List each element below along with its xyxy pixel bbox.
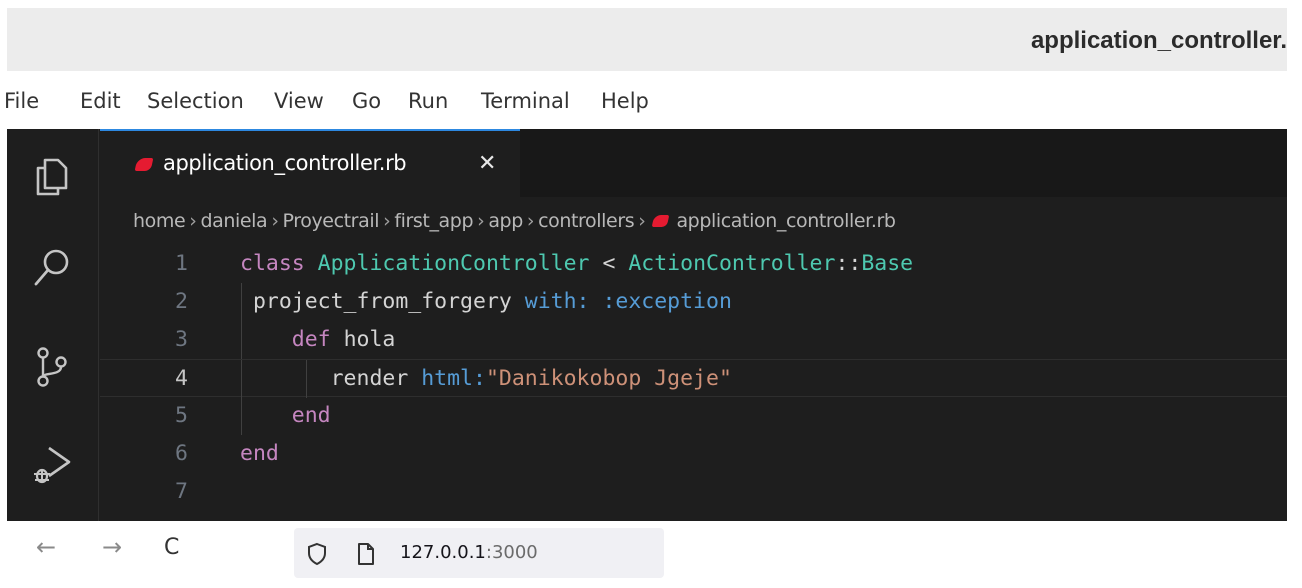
code-token: end: [240, 441, 279, 466]
menu-view[interactable]: View: [274, 89, 324, 113]
breadcrumb-item-daniela[interactable]: daniela: [200, 210, 267, 232]
code-token: "Danikokobop Jgeje": [485, 366, 732, 391]
code-token: html:: [421, 366, 486, 391]
breadcrumb-item-home[interactable]: home: [133, 210, 186, 232]
menu-terminal[interactable]: Terminal: [481, 89, 570, 113]
code-text: def hola: [240, 321, 396, 359]
url-bar[interactable]: 127.0.0.1:3000: [294, 528, 664, 578]
line-number: 6: [175, 441, 188, 466]
code-text: class ApplicationController < ActionCont…: [240, 245, 913, 283]
shield-icon[interactable]: [306, 542, 328, 566]
code-text: end: [240, 397, 331, 435]
line-number: 2: [175, 289, 188, 314]
code-token: ApplicationController: [317, 251, 590, 276]
code-text: end: [240, 435, 279, 473]
breadcrumb-item-file[interactable]: application_controller.rb: [676, 210, 896, 232]
code-token: hola: [343, 327, 396, 352]
line-number: 5: [175, 403, 188, 428]
line-number: 4: [175, 366, 188, 391]
code-line[interactable]: 4 render html:"Danikokobop Jgeje": [100, 359, 1287, 398]
menu-selection[interactable]: Selection: [147, 89, 244, 113]
code-token: ::: [835, 251, 862, 276]
line-number: 1: [175, 251, 188, 276]
code-token: render: [240, 366, 422, 391]
menu-bar: File Edit Selection View Go Run Terminal…: [0, 71, 1302, 129]
run-debug-icon[interactable]: [29, 442, 75, 488]
code-token: project_from_forgery: [240, 289, 525, 314]
tab-strip: application_controller.rb ✕: [100, 129, 1287, 197]
menu-file[interactable]: File: [4, 89, 39, 113]
breadcrumb-item-first-app[interactable]: first_app: [394, 210, 473, 232]
close-icon[interactable]: ✕: [478, 151, 496, 176]
forward-button[interactable]: →: [102, 533, 122, 561]
explorer-icon[interactable]: [29, 154, 75, 200]
breadcrumb-separator: ›: [638, 210, 646, 232]
browser-toolbar: ← → C 127.0.0.1:3000: [0, 521, 1302, 588]
code-line[interactable]: 6 end: [100, 435, 1287, 473]
line-number: 3: [175, 327, 188, 352]
code-token: end: [291, 403, 331, 428]
window-title: application_controller.: [1030, 27, 1287, 54]
breadcrumb-separator: ›: [189, 210, 197, 232]
code-token: <: [589, 251, 629, 276]
code-line[interactable]: 1 class ApplicationController < ActionCon…: [100, 245, 1287, 283]
code-line[interactable]: 5 end: [100, 397, 1287, 435]
breadcrumb-item-controllers[interactable]: controllers: [538, 210, 635, 232]
url-text[interactable]: 127.0.0.1:3000: [400, 542, 538, 563]
code-line[interactable]: 2 project_from_forgery with: :exception: [100, 283, 1287, 321]
breadcrumb: home › daniela › Proyectrail › first_app › app › c…: [133, 210, 896, 232]
menu-go[interactable]: Go: [352, 89, 381, 113]
code-token: ActionController: [628, 251, 836, 276]
line-number: 7: [175, 479, 188, 504]
breadcrumb-separator: ›: [526, 210, 535, 232]
search-icon[interactable]: [29, 245, 75, 291]
page-icon[interactable]: [356, 542, 376, 566]
ruby-icon: [652, 215, 670, 227]
menu-run[interactable]: Run: [408, 89, 448, 113]
title-bar: application_controller.: [7, 8, 1287, 71]
tab-label: application_controller.rb: [163, 151, 407, 175]
reload-button[interactable]: C: [164, 535, 179, 560]
ruby-icon: [134, 158, 154, 171]
code-token: class: [240, 251, 318, 276]
tab-application-controller[interactable]: application_controller.rb ✕: [100, 129, 520, 197]
menu-help[interactable]: Help: [601, 89, 649, 113]
code-token: def: [291, 327, 344, 352]
source-control-icon[interactable]: [29, 344, 75, 390]
menu-edit[interactable]: Edit: [80, 89, 121, 113]
breadcrumb-separator: ›: [271, 210, 279, 232]
breadcrumb-item-app[interactable]: app: [488, 210, 523, 232]
editor-window: application_controller.rb ✕ home › daniela…: [7, 129, 1287, 521]
breadcrumb-separator: ›: [383, 210, 391, 232]
code-editor[interactable]: 1 class ApplicationController < ActionCon…: [100, 245, 1287, 511]
code-token: with: :exception: [524, 289, 732, 314]
activity-bar: [7, 129, 99, 521]
back-button[interactable]: ←: [36, 533, 56, 561]
code-line[interactable]: 3 def hola: [100, 321, 1287, 359]
code-text: render html:"Danikokobop Jgeje": [240, 360, 732, 398]
breadcrumb-separator: ›: [477, 210, 485, 232]
code-line[interactable]: 7: [100, 473, 1287, 511]
breadcrumb-item-proyectrail[interactable]: Proyectrail: [283, 210, 380, 232]
code-token: Base: [861, 251, 914, 276]
url-host: 127.0.0.1: [400, 542, 486, 563]
code-text: project_from_forgery with: :exception: [240, 283, 732, 321]
url-port: :3000: [485, 542, 538, 563]
